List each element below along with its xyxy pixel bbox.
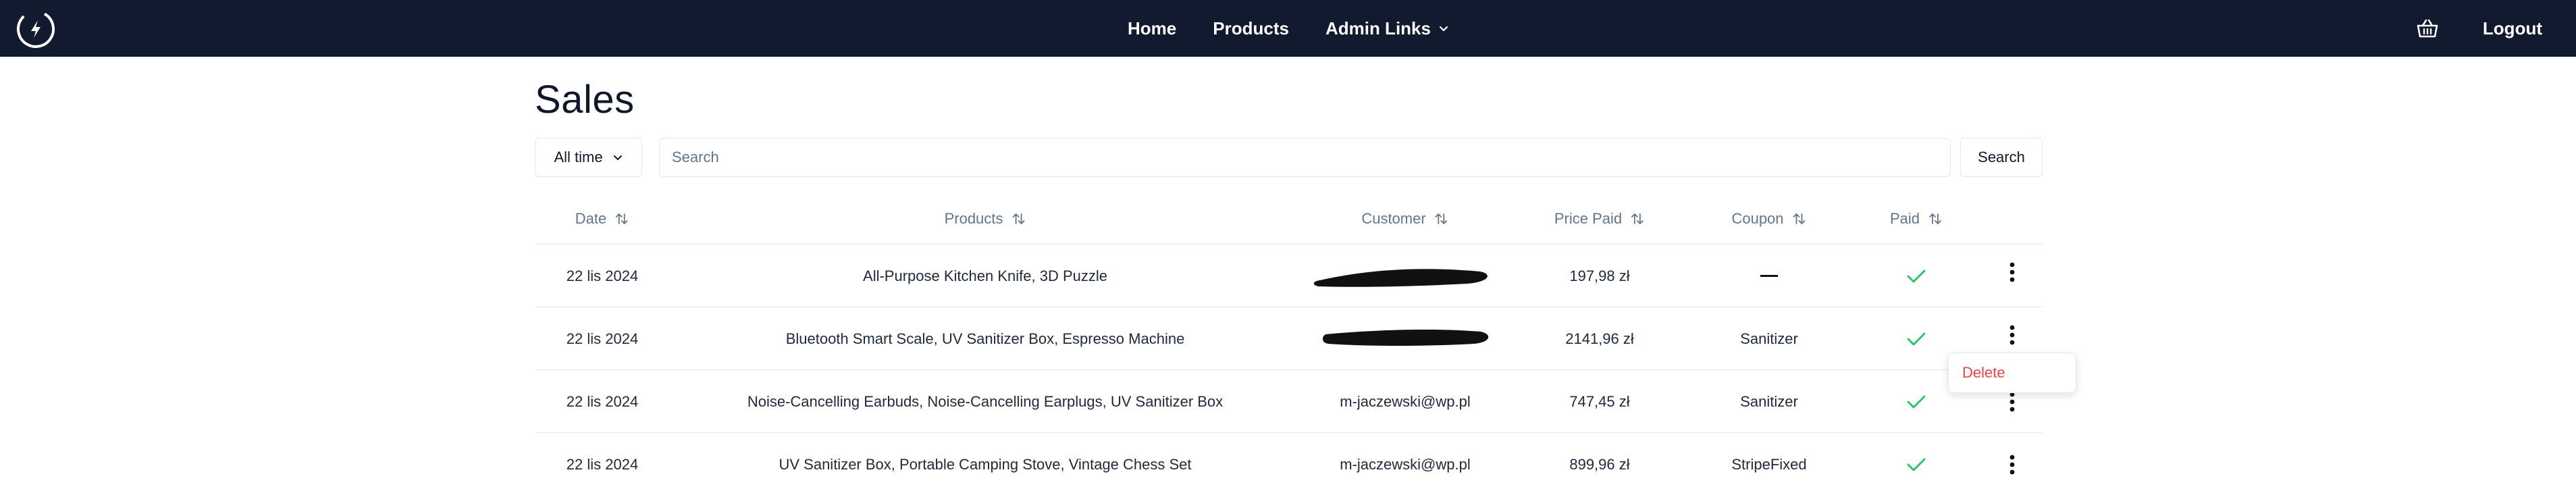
sort-icon xyxy=(1929,213,1941,224)
chevron-down-icon xyxy=(613,155,622,160)
basket-icon[interactable] xyxy=(2416,18,2439,39)
cell-date: 22 lis 2024 xyxy=(566,330,639,347)
cell-paid xyxy=(1906,433,1926,489)
column-header-label: Customer xyxy=(1361,210,1426,227)
cell-products: Noise-Cancelling Earbuds, Noise-Cancelli… xyxy=(747,392,1224,410)
table-row: 22 lis 2024 UV Sanitizer Box, Portable C… xyxy=(535,433,2043,489)
delete-menu-item[interactable]: Delete xyxy=(1962,364,2005,382)
row-actions-menu: Delete xyxy=(1948,353,2076,393)
time-range-label: All time xyxy=(554,149,603,165)
cell-coupon-empty xyxy=(1760,244,1778,307)
more-vertical-icon[interactable] xyxy=(2009,262,2015,282)
more-vertical-icon[interactable] xyxy=(2009,392,2015,412)
row-actions-cell xyxy=(2009,433,2015,489)
table-row: 22 lis 2024 All-Purpose Kitchen Knife, 3… xyxy=(535,244,2043,307)
check-icon xyxy=(1907,269,1926,282)
sort-icon xyxy=(1631,213,1644,224)
sort-icon xyxy=(1435,213,1448,224)
cell-price-paid: 899,96 zł xyxy=(1569,455,1630,473)
cell-price-paid: 2141,96 zł xyxy=(1565,330,1634,347)
search-button[interactable]: Search xyxy=(1960,138,2043,177)
customer-redaction xyxy=(1322,330,1489,346)
sort-icon xyxy=(1012,213,1025,224)
top-navbar: Home Products Admin Links Logout xyxy=(0,0,2576,57)
cell-date: 22 lis 2024 xyxy=(566,267,639,284)
column-header-customer[interactable]: Customer xyxy=(1361,193,1448,244)
cell-products: UV Sanitizer Box, Portable Camping Stove… xyxy=(779,455,1192,473)
table-row: 22 lis 2024 Bluetooth Smart Scale, UV Sa… xyxy=(535,307,2043,370)
sales-table: Date Products Customer Price Paid Coupon… xyxy=(535,193,2043,489)
more-vertical-icon[interactable] xyxy=(2009,455,2015,475)
cell-coupon: Sanitizer xyxy=(1740,330,1798,347)
cell-date: 22 lis 2024 xyxy=(566,392,639,410)
column-header-products[interactable]: Products xyxy=(945,193,1026,244)
column-header-paid[interactable]: Paid xyxy=(1890,193,1943,244)
cell-customer: m-jaczewski@wp.pl xyxy=(1340,392,1471,410)
check-icon xyxy=(1907,458,1926,471)
column-header-coupon[interactable]: Coupon xyxy=(1731,193,1806,244)
cell-paid xyxy=(1906,307,1926,370)
table-header: Date Products Customer Price Paid Coupon… xyxy=(535,193,2043,244)
nav-admin-links-dropdown[interactable]: Admin Links xyxy=(1325,18,1448,39)
cell-coupon: StripeFixed xyxy=(1731,455,1807,473)
column-header-price-paid[interactable]: Price Paid xyxy=(1554,193,1645,244)
table-row: 22 lis 2024 Noise-Cancelling Earbuds, No… xyxy=(535,370,2043,433)
cell-paid xyxy=(1906,370,1926,433)
search-input[interactable] xyxy=(659,138,1951,177)
nav-admin-links-label: Admin Links xyxy=(1325,18,1431,38)
row-actions-cell xyxy=(2009,240,2015,303)
column-header-label: Coupon xyxy=(1731,210,1784,227)
nav-links: Home Products Admin Links xyxy=(0,0,2576,57)
nav-products-link[interactable]: Products xyxy=(1213,18,1289,39)
customer-redaction xyxy=(1313,269,1488,287)
cell-products: All-Purpose Kitchen Knife, 3D Puzzle xyxy=(863,267,1107,284)
logout-button[interactable]: Logout xyxy=(2483,0,2542,57)
column-header-label: Paid xyxy=(1889,210,1920,227)
chevron-down-icon xyxy=(1439,26,1448,32)
empty-dash-icon xyxy=(1760,275,1778,277)
page-title: Sales xyxy=(535,78,635,122)
column-header-label: Date xyxy=(575,210,607,227)
time-range-select[interactable]: All time xyxy=(535,138,642,177)
cell-price-paid: 747,45 zł xyxy=(1569,392,1630,410)
more-vertical-icon[interactable] xyxy=(2009,325,2015,345)
cell-price-paid: 197,98 zł xyxy=(1569,267,1630,284)
cell-customer: m-jaczewski@wp.pl xyxy=(1340,455,1471,473)
check-icon xyxy=(1907,332,1926,345)
column-header-date[interactable]: Date xyxy=(575,193,629,244)
column-header-label: Price Paid xyxy=(1554,210,1623,227)
cell-paid xyxy=(1906,244,1926,307)
column-header-label: Products xyxy=(944,210,1003,227)
sort-icon xyxy=(1793,213,1806,224)
sort-icon xyxy=(616,213,629,224)
nav-home-link[interactable]: Home xyxy=(1128,18,1176,39)
check-icon xyxy=(1907,395,1926,408)
cell-products: Bluetooth Smart Scale, UV Sanitizer Box,… xyxy=(785,330,1185,347)
cell-coupon: Sanitizer xyxy=(1740,392,1798,410)
cell-date: 22 lis 2024 xyxy=(566,455,639,473)
